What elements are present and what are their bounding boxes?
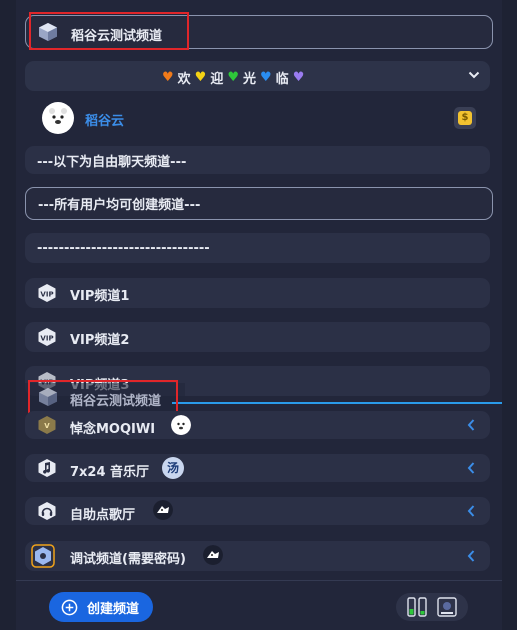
channel-name: 悼念MOQIWI <box>70 422 156 437</box>
info-row[interactable]: ---所有用户均可创建频道--- <box>25 187 493 220</box>
info-row[interactable]: ---以下为自由聊天频道--- <box>25 146 490 174</box>
username[interactable]: 稻谷云 <box>85 110 124 129</box>
welcome-part: 临 <box>275 72 289 87</box>
display-settings-icon[interactable] <box>436 596 458 618</box>
svg-text:VIP: VIP <box>40 291 53 299</box>
channel-name: 调试频道(需要密码) <box>70 552 186 567</box>
channel-name: VIP频道2 <box>70 333 130 348</box>
welcome-text: ♥ 欢 ♥ 迎 ♥ 光 ♥ 临 ♥ <box>162 68 304 87</box>
svg-text:V: V <box>44 422 50 430</box>
heart-icon: ♥ <box>260 70 272 85</box>
avatar-text: 汤 <box>166 461 179 475</box>
audio-meter-icon[interactable] <box>406 596 428 618</box>
chevron-left-icon[interactable] <box>466 549 476 563</box>
coin-badge[interactable]: $ <box>454 107 476 129</box>
channel-item[interactable]: 7x24 音乐厅 汤 <box>25 454 490 482</box>
memorial-icon: V <box>38 416 56 434</box>
channel-item[interactable]: V 悼念MOQIWI <box>25 411 490 439</box>
avatar <box>171 415 191 435</box>
footer-divider <box>16 580 502 581</box>
music-note-icon <box>38 459 56 477</box>
welcome-part: 光 <box>243 72 257 87</box>
heart-icon: ♥ <box>194 70 207 85</box>
vip-icon: VIP <box>38 328 56 346</box>
settings-icon <box>31 544 55 568</box>
coin-icon: $ <box>458 111 472 125</box>
heart-icon: ♥ <box>162 70 174 85</box>
info-row-text: ---所有用户均可创建频道--- <box>38 198 201 213</box>
headphone-icon <box>38 502 56 520</box>
vip-icon: VIP <box>38 284 56 302</box>
create-channel-label: 创建频道 <box>87 601 140 617</box>
heart-icon: ♥ <box>292 70 305 85</box>
channel-name: VIP频道1 <box>70 289 130 304</box>
info-row-text: -------------------------------- <box>37 240 210 256</box>
avatar: 汤 <box>162 457 184 479</box>
channel-name: 7x24 音乐厅 <box>70 465 150 480</box>
channel-panel <box>16 0 502 630</box>
info-row[interactable]: -------------------------------- <box>25 233 490 263</box>
highlight-box <box>29 12 189 50</box>
drop-indicator <box>172 402 502 404</box>
channel-item[interactable]: VIP VIP频道2 <box>25 322 490 352</box>
channel-name: 自助点歌厅 <box>70 508 136 523</box>
heart-icon: ♥ <box>227 70 239 85</box>
avatar <box>42 102 74 134</box>
chevron-left-icon[interactable] <box>466 504 476 518</box>
user-row[interactable]: 稻谷云 $ <box>25 99 490 137</box>
create-channel-button[interactable]: 创建频道 <box>49 592 153 622</box>
chevron-left-icon[interactable] <box>466 418 476 432</box>
svg-text:VIP: VIP <box>40 335 53 343</box>
footer-tools <box>396 593 468 621</box>
plus-circle-icon <box>61 599 78 615</box>
welcome-part: 欢 <box>177 72 191 87</box>
chevron-left-icon[interactable] <box>466 461 476 475</box>
channel-item[interactable]: 自助点歌厅 <box>25 497 490 525</box>
channel-item[interactable]: VIP VIP频道1 <box>25 278 490 308</box>
avatar <box>153 500 173 520</box>
channel-item[interactable]: 调试频道(需要密码) <box>25 541 490 571</box>
chevron-down-icon[interactable] <box>468 70 480 80</box>
avatar <box>203 545 223 565</box>
welcome-part: 迎 <box>210 72 224 87</box>
welcome-banner[interactable]: ♥ 欢 ♥ 迎 ♥ 光 ♥ 临 ♥ <box>25 61 490 91</box>
info-row-text: ---以下为自由聊天频道--- <box>37 154 187 170</box>
